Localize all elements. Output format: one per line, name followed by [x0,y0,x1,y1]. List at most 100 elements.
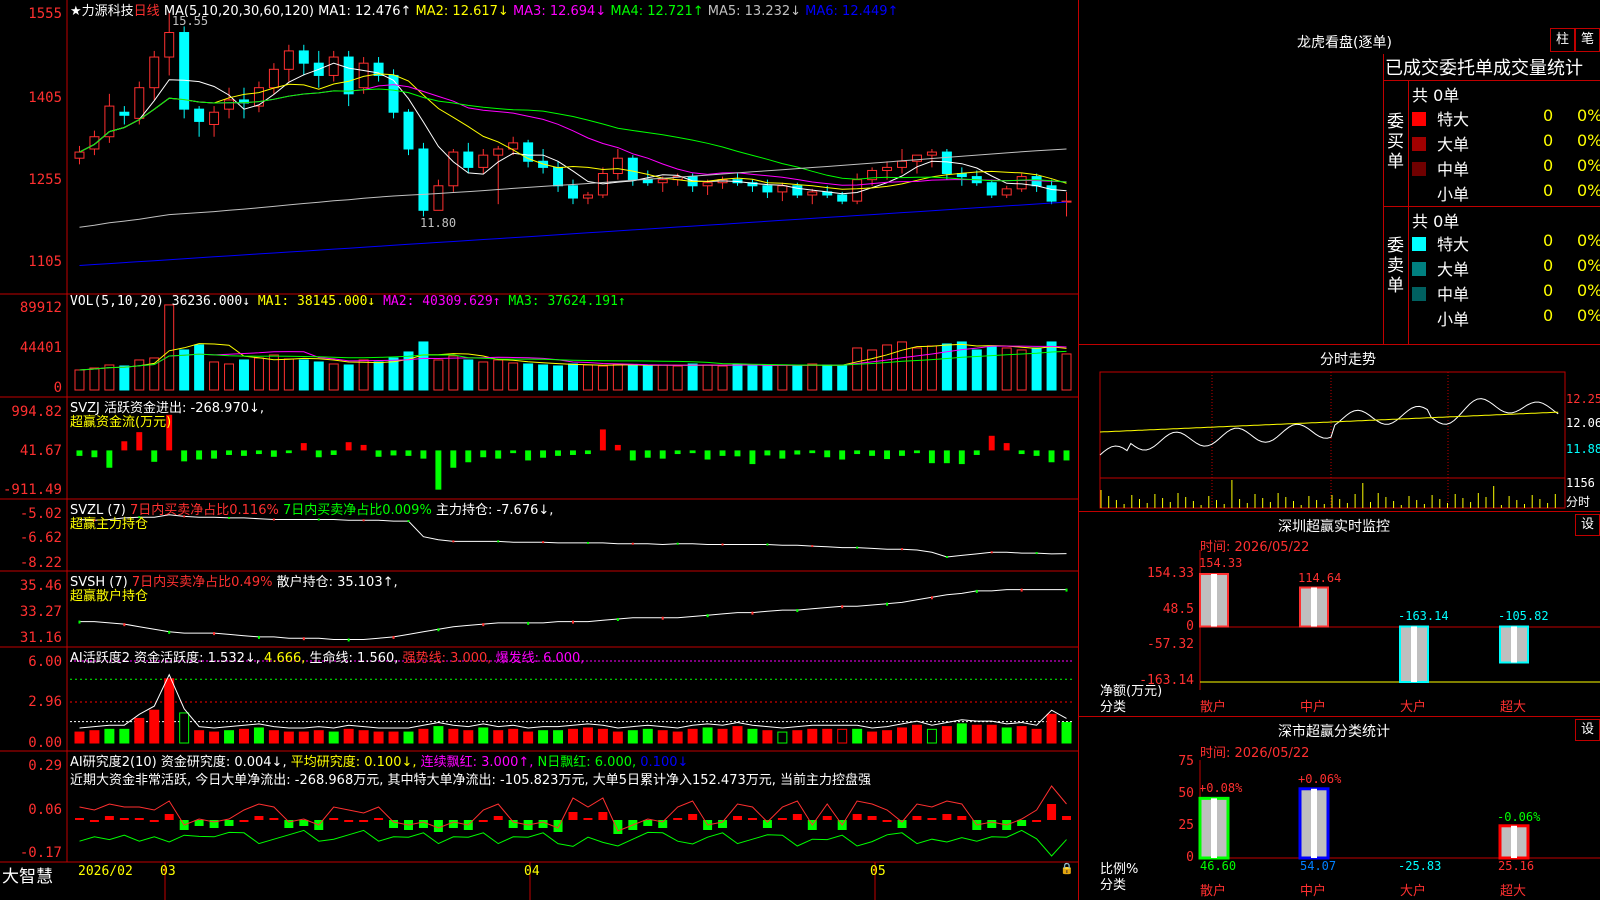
research-bar [134,818,144,820]
retail-marker [213,632,216,636]
lock-icon[interactable]: 🔒 [1060,862,1074,875]
fund-flow-bar [839,450,846,460]
research-bar [942,814,952,820]
holding-marker [1035,552,1038,555]
activity-bar [164,678,175,744]
research-bar [822,816,832,820]
candle [478,154,489,168]
activity-line [79,673,1067,729]
research-bar [867,816,877,820]
activity-bar [926,728,937,744]
volume-bar [179,349,190,391]
volume-bar [882,344,893,391]
monitor-bar-body [1399,625,1429,683]
legend-swatch [1412,137,1426,151]
bar-view-button[interactable]: 柱 [1550,28,1575,52]
research-bar [329,818,339,820]
activity-bar [253,727,264,744]
research-bar [598,812,608,820]
order-count: 0 [1543,281,1554,300]
order-pct: 0% [1577,156,1600,175]
activity-bar [687,728,698,744]
classify-axis-label: 75 [1178,754,1194,769]
brand-logo[interactable]: 大智慧 [2,862,53,887]
research-bar [493,816,503,820]
volume-bar [553,365,564,391]
activity-bar [433,726,444,744]
research-bar [747,818,757,820]
volume-bar [582,364,593,391]
candle [403,111,414,150]
divider [1079,344,1600,345]
research-green-line [79,829,1067,857]
fund-flow-bar [749,450,756,465]
ai-lifeline: 生命线: 1.560, [309,651,399,666]
activity-bar [553,730,564,744]
volume-bar [538,364,549,391]
activity-bar [493,730,504,744]
fund-flow-bar [1033,450,1040,456]
fund-flow-bar [644,450,651,458]
fund-flow-bar [1063,450,1070,461]
svzj-axis-label: 994.82 [11,404,62,420]
svsh-axis-label: 33.27 [19,604,62,620]
fund-flow-bar [450,450,457,468]
fund-flow-bar [345,442,352,451]
fund-flow-bar [121,441,128,451]
research-bar [957,816,967,820]
fund-flow-bar [884,450,890,460]
classify-bar-value: 54.07 [1300,859,1337,873]
classify-bar-highlight [1211,798,1217,858]
activity-bar [837,728,848,744]
ai-activity-axis-label: 6.00 [28,654,62,670]
monitor-bar-value: -105.82 [1498,609,1549,623]
fund-flow-bar [285,450,292,454]
ai-research-value: 资金研究度: 0.004↓, [160,755,287,770]
retail-marker [257,635,260,639]
monitor-axis-label: 0 [1186,619,1194,634]
retail-marker [347,638,350,642]
divider [1383,206,1600,207]
retail-marker [572,620,574,624]
monitor-bar-highlight [1511,626,1517,663]
ma-line [79,73,1067,190]
order-name: 大单 [1437,260,1470,279]
candle [553,166,564,187]
classify-title: 深市超赢分类统计 [1278,724,1390,740]
fund-flow-bar [824,450,831,458]
classify-bar-body [1198,796,1230,860]
order-name: 小单 [1437,185,1470,204]
monitor-bar-highlight [1311,587,1317,627]
candle [418,148,429,211]
holding-marker [676,542,679,545]
tick-view-button[interactable]: 笔 [1575,28,1600,52]
research-bar [882,820,892,822]
monitor-settings-button[interactable]: 设 [1575,514,1600,536]
activity-bar [538,730,549,744]
fund-flow-bar [958,450,965,465]
classify-bar-highlight [1511,825,1517,858]
monitor-category: 散户 [1200,700,1227,715]
candle [852,179,863,202]
fund-flow-bar [988,435,995,451]
period-label[interactable]: 日线 [134,4,160,19]
volume-bar [209,361,220,391]
retail-marker [392,635,395,639]
research-bar [104,816,114,820]
research-bar [927,818,937,820]
order-pct: 0% [1577,256,1600,275]
retail-marker [796,609,799,613]
activity-bar [971,724,982,744]
volume-bar [627,364,638,391]
svsh-axis-label: 31.16 [19,630,62,646]
classify-settings-button[interactable]: 设 [1575,719,1600,741]
monitor-bar-body [1499,625,1529,664]
candle [343,56,354,95]
research-bar [777,818,787,820]
stock-name[interactable]: ★力源科技 [70,4,134,19]
divider [1408,80,1409,344]
research-bar [374,818,384,820]
research-bar [89,820,99,822]
activity-bar [672,731,683,744]
fund-flow-bar [674,450,681,455]
